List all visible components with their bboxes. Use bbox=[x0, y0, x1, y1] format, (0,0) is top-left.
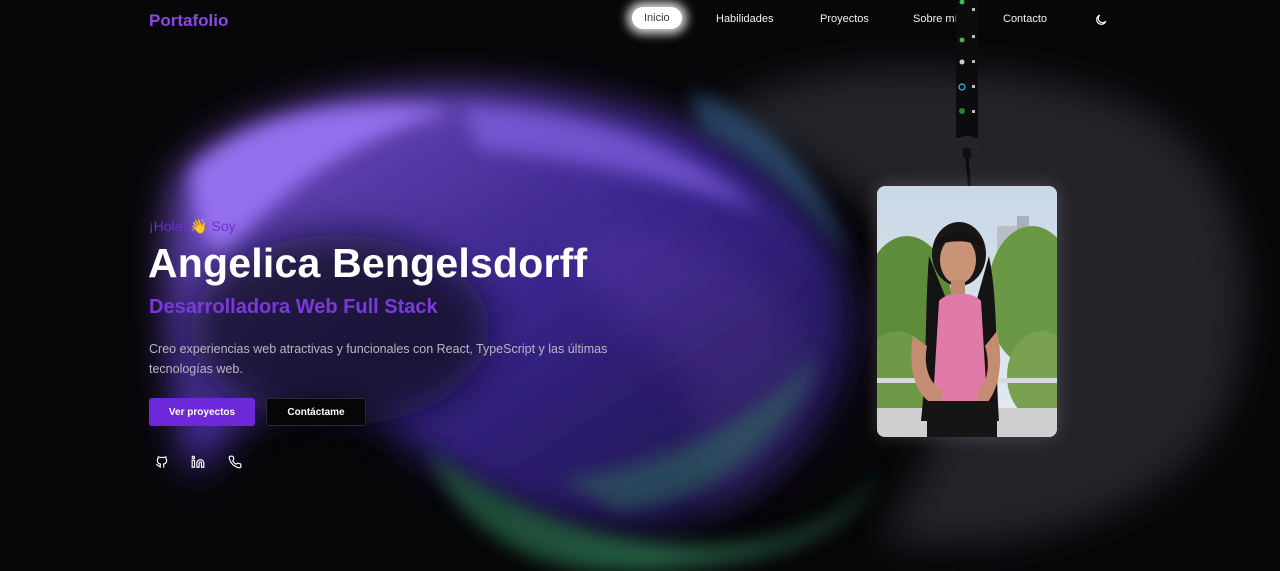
linkedin-icon[interactable] bbox=[191, 455, 205, 469]
hero-greeting: ¡Hola! 👋 Soy bbox=[149, 218, 236, 234]
mongodb-icon bbox=[959, 37, 965, 43]
contact-button[interactable]: Contáctame bbox=[266, 398, 366, 426]
nav-item-proyectos[interactable]: Proyectos bbox=[820, 13, 869, 25]
profile-badge-card[interactable] bbox=[877, 186, 1057, 437]
hero-name: Angelica Bengelsdorff bbox=[148, 240, 588, 286]
view-projects-button[interactable]: Ver proyectos bbox=[149, 398, 255, 426]
lanyard-strap bbox=[954, 0, 980, 210]
nav-item-inicio[interactable]: Inicio bbox=[632, 7, 682, 29]
moon-icon[interactable] bbox=[1094, 13, 1108, 27]
site-logo[interactable]: Portafolio bbox=[149, 11, 228, 31]
github-icon[interactable] bbox=[155, 455, 169, 469]
profile-photo bbox=[877, 186, 1057, 437]
nav-item-sobre-mi[interactable]: Sobre mí bbox=[913, 13, 958, 25]
database-icon bbox=[959, 108, 965, 114]
nav-item-habilidades[interactable]: Habilidades bbox=[716, 13, 773, 25]
hero-role: Desarrolladora Web Full Stack bbox=[149, 296, 438, 318]
hero-description: Creo experiencias web atractivas y funci… bbox=[149, 342, 608, 376]
nav-item-contacto[interactable]: Contacto bbox=[1003, 13, 1047, 25]
phone-icon[interactable] bbox=[228, 455, 242, 469]
top-navbar: Portafolio Inicio Habilidades Proyectos … bbox=[0, 0, 1280, 40]
